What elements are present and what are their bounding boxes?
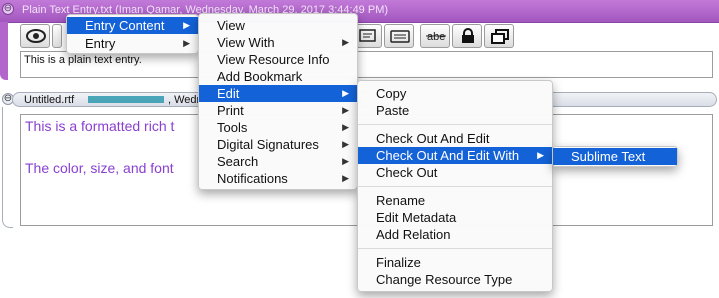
- submenu-arrow-icon: ▶: [537, 150, 544, 160]
- rich-text-line: This is a formatted rich t: [25, 118, 175, 134]
- menu-item-edit[interactable]: Edit ▶: [199, 85, 357, 102]
- menu-item-change-resource-type[interactable]: Change Resource Type: [358, 271, 552, 288]
- menu-item-check-out-and-edit[interactable]: Check Out And Edit: [358, 130, 552, 147]
- windows-icon: [491, 29, 509, 44]
- entry-content-text: This is a plain text entry.: [24, 54, 142, 66]
- menu-item-add-relation[interactable]: Add Relation: [358, 226, 552, 243]
- menu-separator: [358, 186, 552, 187]
- lock-button[interactable]: [452, 24, 482, 48]
- entry-rail: [2, 107, 13, 228]
- toolbar-button-hidden[interactable]: [52, 24, 62, 48]
- abe-strike-icon: abe: [426, 31, 446, 43]
- menu-item-digital-signatures[interactable]: Digital Signatures ▶: [199, 136, 357, 153]
- menu-item-copy[interactable]: Copy: [358, 85, 552, 102]
- submenu-arrow-icon: ▶: [342, 122, 349, 132]
- entry-context-menu: Entry Content ▶ Entry ▶: [66, 14, 199, 54]
- windows-button[interactable]: [484, 24, 514, 48]
- chat-icon: [359, 29, 376, 42]
- menu-item-check-out[interactable]: Check Out: [358, 164, 552, 181]
- view-button[interactable]: [20, 24, 50, 48]
- submenu-arrow-icon: ▶: [342, 156, 349, 166]
- menu-item-finalize[interactable]: Finalize: [358, 254, 552, 271]
- rich-text-line: The color, size, and font: [25, 160, 174, 176]
- menu-item-view-resource-info[interactable]: View Resource Info: [199, 51, 357, 68]
- menu-item-notifications[interactable]: Notifications ▶: [199, 170, 357, 187]
- edit-with-submenu: Sublime Text: [552, 146, 678, 167]
- lock-icon: [462, 28, 474, 43]
- redacted-name: [88, 96, 164, 103]
- menu-item-print[interactable]: Print ▶: [199, 102, 357, 119]
- menu-item-edit-metadata[interactable]: Edit Metadata: [358, 209, 552, 226]
- collapse-icon[interactable]: ⊖: [2, 3, 14, 15]
- menu-item-check-out-and-edit-with[interactable]: Check Out And Edit With ▶: [358, 147, 552, 164]
- strike-button[interactable]: abe: [420, 24, 450, 48]
- submenu-arrow-icon: ▶: [183, 20, 190, 30]
- submenu-arrow-icon: ▶: [342, 88, 349, 98]
- menu-item-view-with[interactable]: View With ▶: [199, 34, 357, 51]
- menu-item-view[interactable]: View: [199, 17, 357, 34]
- menu-separator: [358, 124, 552, 125]
- submenu-arrow-icon: ▶: [342, 173, 349, 183]
- menu-item-add-bookmark[interactable]: Add Bookmark: [199, 68, 357, 85]
- menu-item-sublime-text[interactable]: Sublime Text: [553, 148, 677, 165]
- submenu-arrow-icon: ▶: [342, 37, 349, 47]
- menu-item-tools[interactable]: Tools ▶: [199, 119, 357, 136]
- properties-button[interactable]: [384, 24, 414, 48]
- menu-item-paste[interactable]: Paste: [358, 102, 552, 119]
- menu-item-entry-content[interactable]: Entry Content ▶: [67, 17, 198, 34]
- edit-submenu: Copy Paste Check Out And Edit Check Out …: [357, 80, 553, 292]
- menu-item-search[interactable]: Search ▶: [199, 153, 357, 170]
- submenu-arrow-icon: ▶: [183, 38, 190, 48]
- menu-separator: [358, 248, 552, 249]
- entry-content-submenu: View View With ▶ View Resource Info Add B…: [198, 13, 358, 190]
- entry-content[interactable]: This is a plain text entry.: [20, 51, 713, 78]
- submenu-arrow-icon: ▶: [342, 105, 349, 115]
- card-icon: [390, 30, 410, 43]
- entry-rail: [0, 22, 8, 80]
- menu-item-entry[interactable]: Entry ▶: [67, 35, 198, 52]
- eye-icon: [26, 29, 46, 43]
- submenu-arrow-icon: ▶: [342, 139, 349, 149]
- menu-item-rename[interactable]: Rename: [358, 192, 552, 209]
- svg-text:abe: abe: [427, 31, 445, 43]
- entry-title: Untitled.rtf: [24, 94, 75, 106]
